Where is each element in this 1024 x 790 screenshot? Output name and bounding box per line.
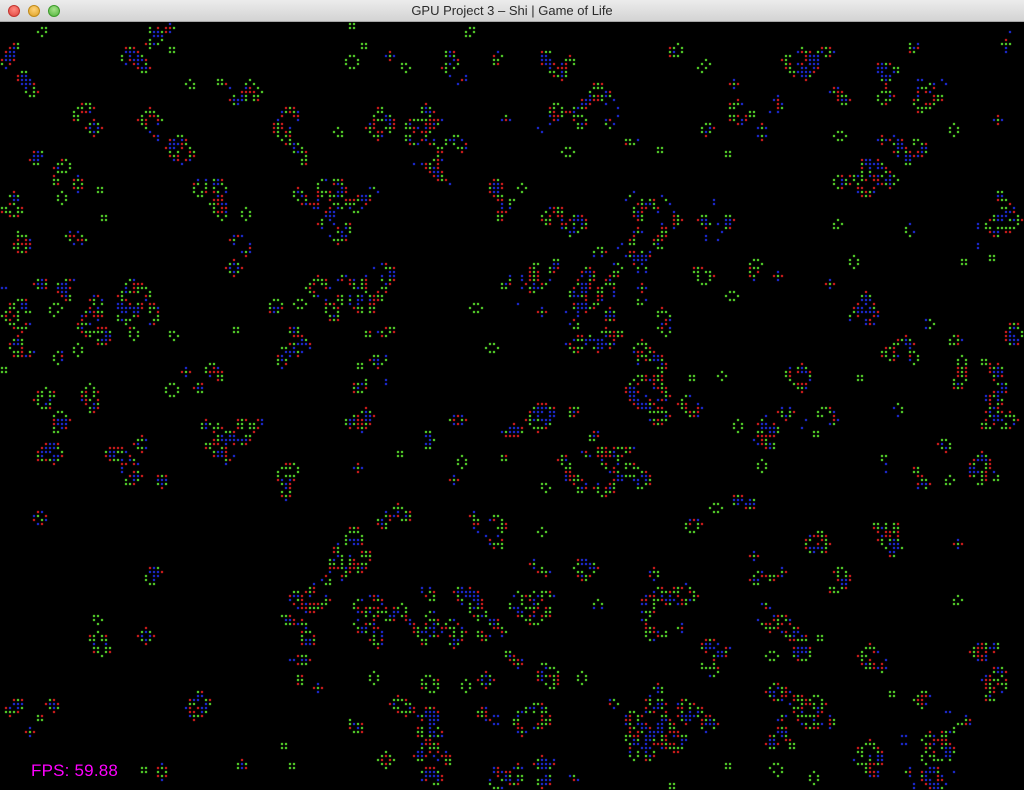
game-of-life-view[interactable] [0,22,1024,790]
fps-counter: FPS: 59.88 [31,761,119,780]
game-of-life-canvas[interactable] [0,22,1024,790]
title-bar[interactable]: GPU Project 3 – Shi | Game of Life [0,0,1024,22]
app-window: GPU Project 3 – Shi | Game of Life FPS: … [0,0,1024,790]
window-title: GPU Project 3 – Shi | Game of Life [411,3,613,18]
